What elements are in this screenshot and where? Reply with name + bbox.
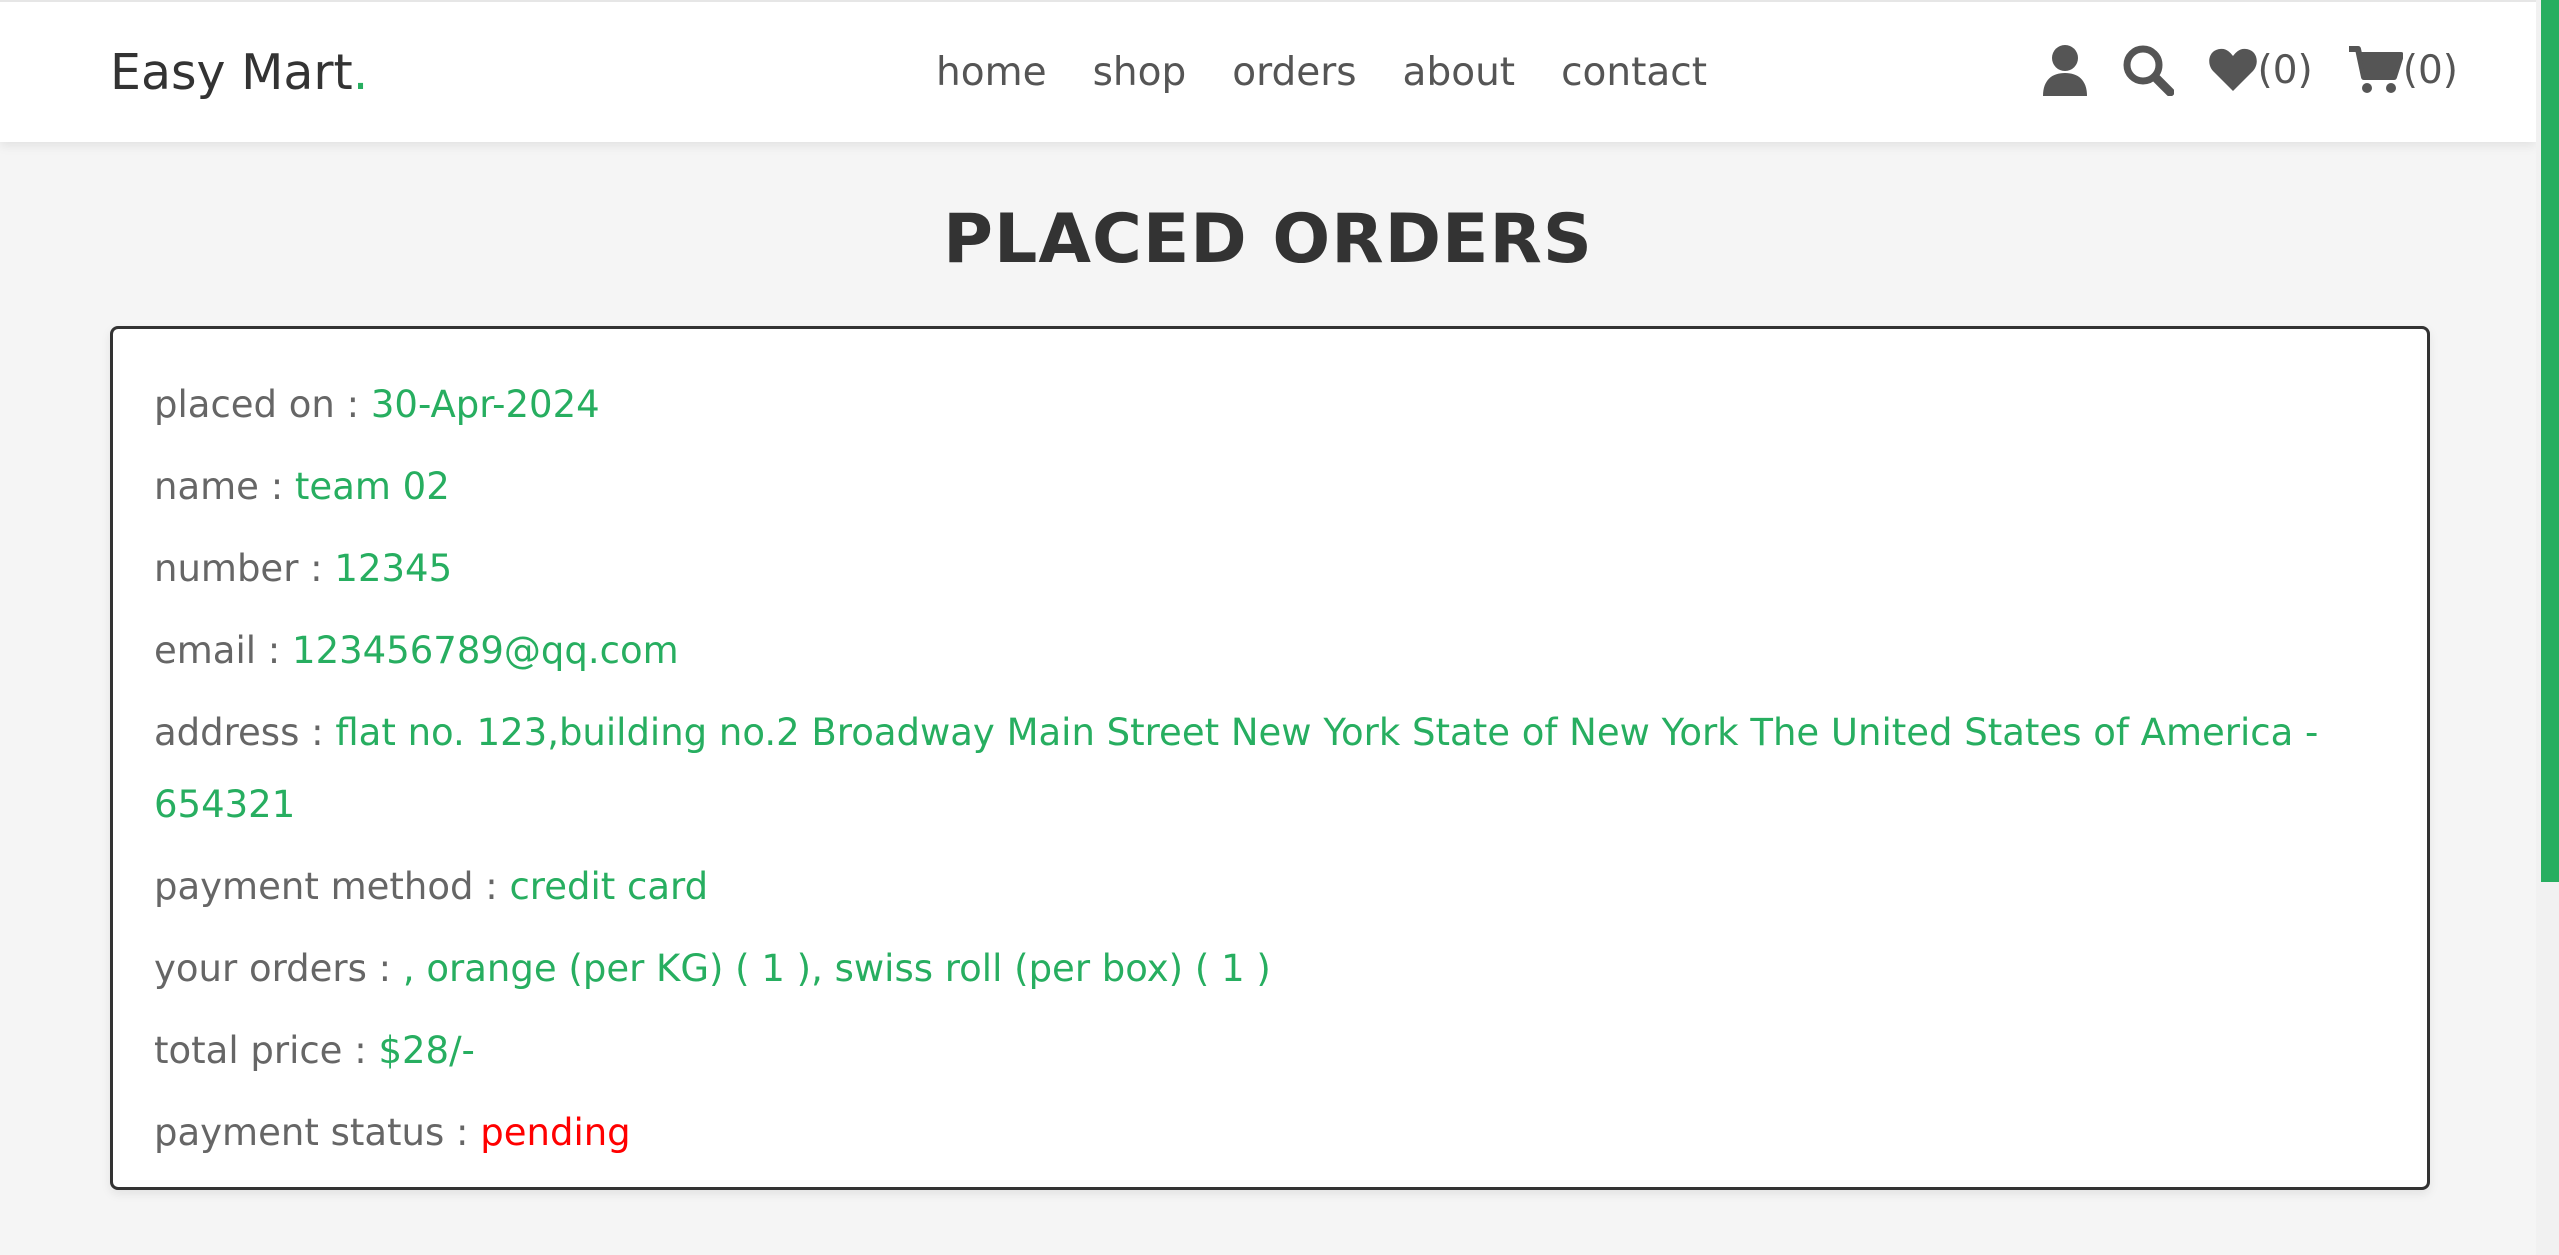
- cart-count: (0): [2402, 47, 2458, 93]
- total-value: $28/-: [378, 1029, 475, 1072]
- email-label: email :: [154, 629, 293, 672]
- search-button[interactable]: [2122, 44, 2174, 96]
- order-address: address : flat no. 123,building no.2 Bro…: [154, 697, 2387, 841]
- scrollbar-thumb[interactable]: [2541, 0, 2559, 882]
- address-label: address :: [154, 711, 336, 754]
- logo[interactable]: Easy Mart.: [110, 44, 368, 101]
- cart-button[interactable]: (0): [2347, 45, 2458, 95]
- header: Easy Mart. home shop orders about contac…: [0, 0, 2536, 142]
- order-number: number : 12345: [154, 533, 2387, 605]
- order-total: total price : $28/-: [154, 1015, 2387, 1087]
- nav-orders[interactable]: orders: [1232, 50, 1356, 95]
- address-value: flat no. 123,building no.2 Broadway Main…: [154, 711, 2319, 826]
- name-label: name :: [154, 465, 295, 508]
- cart-icon: [2348, 46, 2403, 93]
- orders-label: your orders :: [154, 947, 403, 990]
- payment-method-label: payment method :: [154, 865, 510, 908]
- search-icon: [2123, 45, 2174, 96]
- payment-method-value: credit card: [509, 865, 709, 908]
- logo-text: Easy Mart: [110, 44, 353, 101]
- order-items: your orders : , orange (per KG) ( 1 ), s…: [154, 933, 2387, 1005]
- page-title: PLACED ORDERS: [943, 200, 1593, 279]
- nav-home[interactable]: home: [936, 50, 1047, 95]
- order-card: placed on : 30-Apr-2024 name : team 02 n…: [110, 326, 2430, 1190]
- wishlist-count: (0): [2257, 47, 2313, 93]
- number-label: number :: [154, 547, 335, 590]
- wishlist-button[interactable]: (0): [2208, 47, 2313, 93]
- placed-on-label: placed on :: [154, 383, 371, 426]
- nav-contact[interactable]: contact: [1561, 50, 1707, 95]
- email-value: 123456789@qq.com: [292, 629, 679, 672]
- order-placed-on: placed on : 30-Apr-2024: [154, 369, 2387, 441]
- nav-about[interactable]: about: [1403, 50, 1516, 95]
- nav-shop[interactable]: shop: [1093, 50, 1187, 95]
- order-email: email : 123456789@qq.com: [154, 615, 2387, 687]
- logo-dot: .: [352, 44, 369, 101]
- status-badge: pending: [480, 1111, 631, 1154]
- placed-on-value: 30-Apr-2024: [370, 383, 600, 426]
- order-payment-method: payment method : credit card: [154, 851, 2387, 923]
- scrollbar[interactable]: [2536, 0, 2559, 1255]
- total-label: total price :: [154, 1029, 379, 1072]
- orders-value: , orange (per KG) ( 1 ), swiss roll (per…: [402, 947, 1271, 990]
- user-icon: [2042, 45, 2087, 96]
- status-label: payment status :: [154, 1111, 481, 1154]
- main-nav: home shop orders about contact: [936, 50, 1707, 95]
- number-value: 12345: [334, 547, 453, 590]
- name-value: team 02: [294, 465, 450, 508]
- order-name: name : team 02: [154, 451, 2387, 523]
- user-button[interactable]: [2042, 44, 2088, 96]
- order-payment-status: payment status : pending: [154, 1097, 2387, 1169]
- heart-icon: [2208, 48, 2257, 91]
- header-icons: (0) (0): [2042, 44, 2458, 96]
